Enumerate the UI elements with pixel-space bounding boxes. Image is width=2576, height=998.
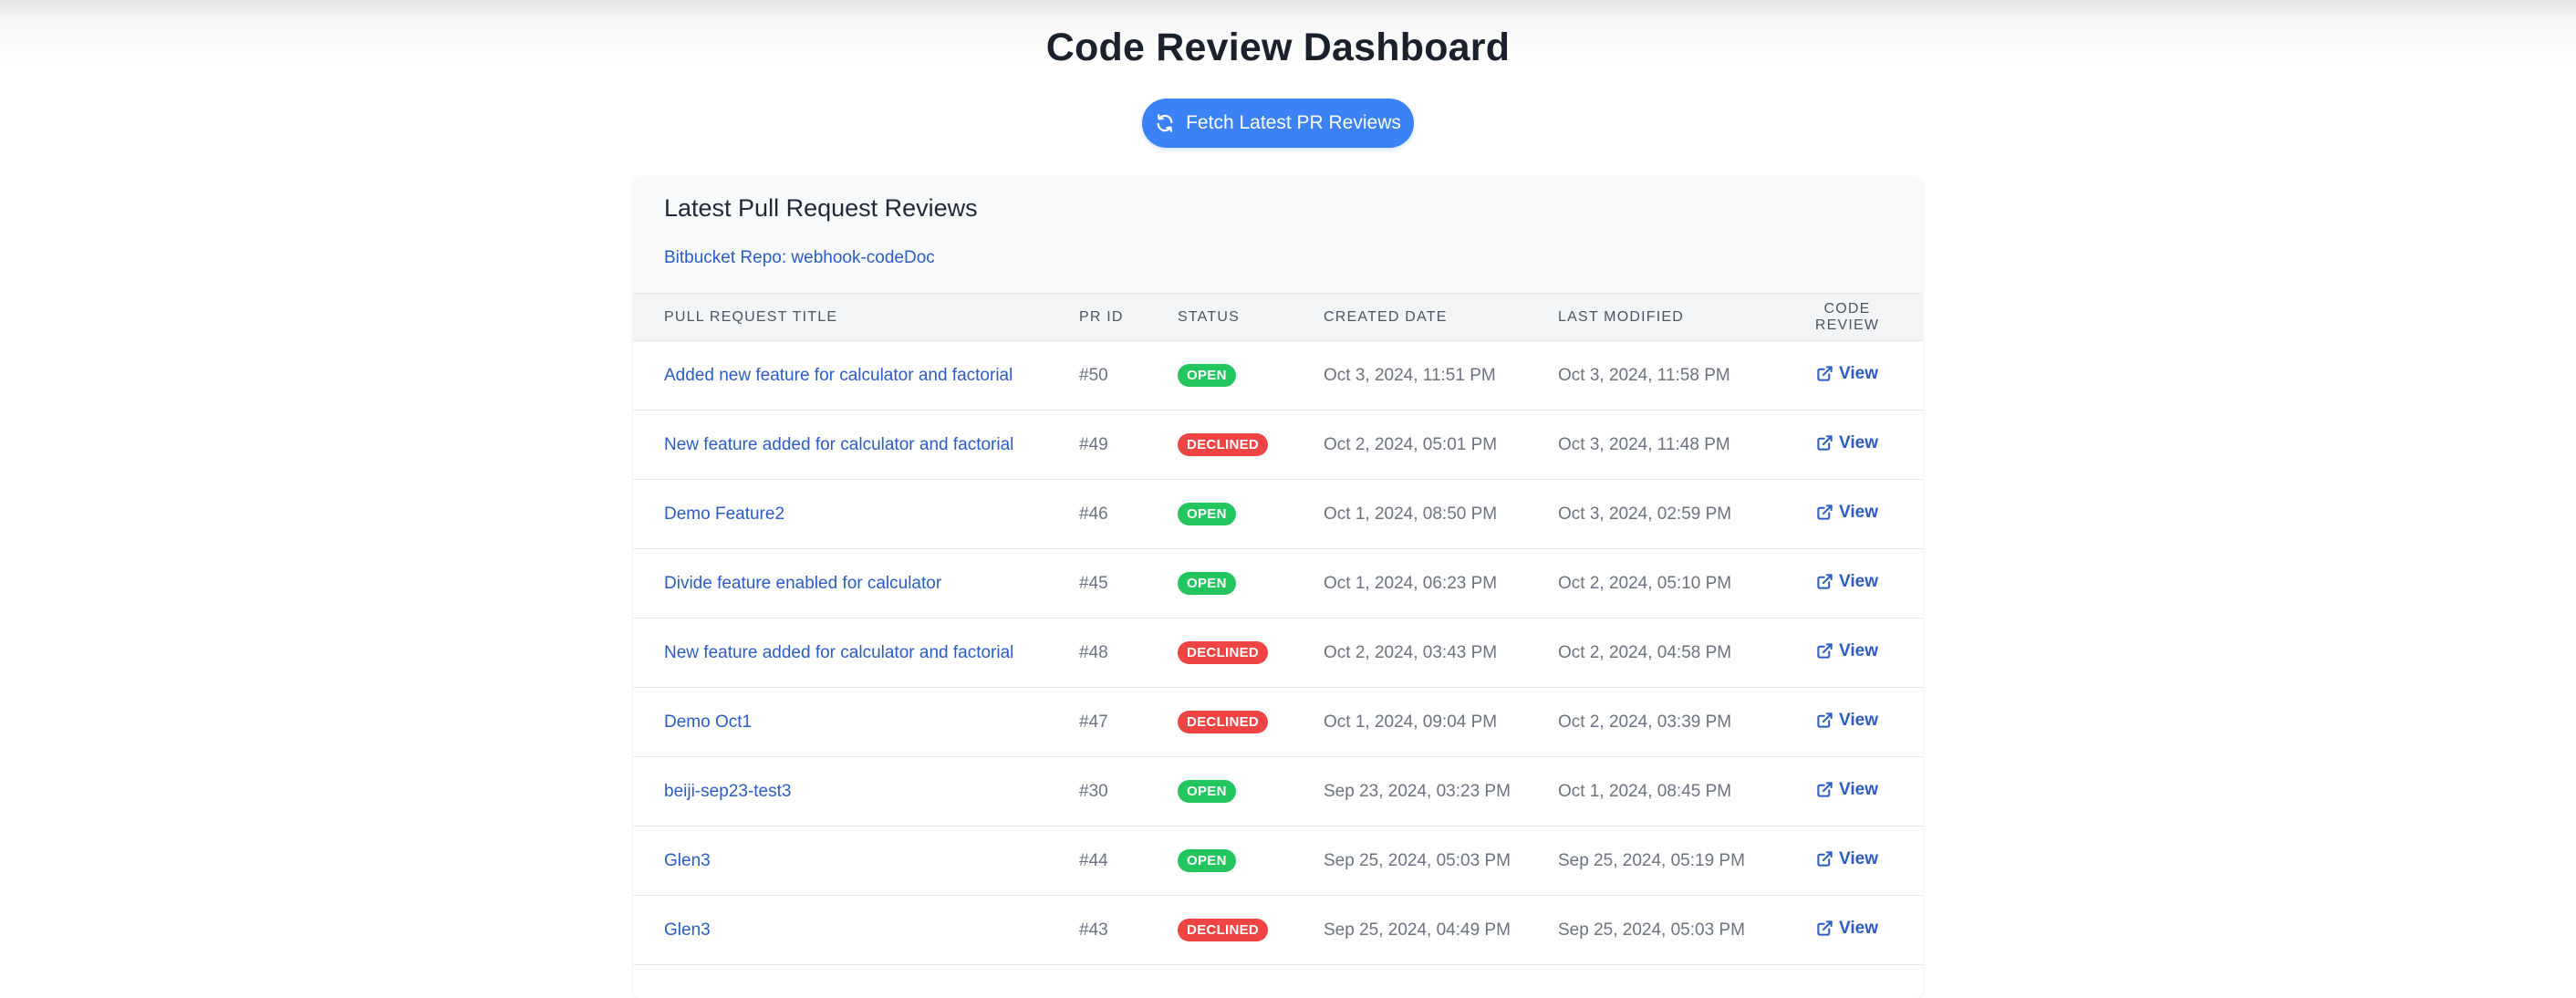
column-header-code-review: Code Review (1814, 300, 1880, 333)
view-label: View (1839, 710, 1878, 730)
last-modified-date: Oct 3, 2024, 02:59 PM (1558, 504, 1732, 524)
status-badge: DECLINED (1178, 919, 1269, 941)
external-link-icon (1816, 712, 1833, 729)
created-date: Oct 2, 2024, 05:01 PM (1324, 434, 1498, 454)
pr-reviews-card: Latest Pull Request Reviews Bitbucket Re… (633, 177, 1923, 998)
status-badge: OPEN (1178, 364, 1236, 387)
view-review-link[interactable]: View (1816, 364, 1878, 384)
created-date: Oct 1, 2024, 06:23 PM (1324, 573, 1498, 593)
column-header-created-date: Created Date (1324, 308, 1448, 325)
pr-id: #48 (1079, 642, 1108, 662)
pr-id: #44 (1079, 850, 1108, 870)
view-label: View (1839, 363, 1878, 383)
external-link-icon (1816, 504, 1833, 521)
last-modified-date: Oct 2, 2024, 04:58 PM (1558, 642, 1732, 662)
view-review-link[interactable]: View (1816, 572, 1878, 592)
last-modified-date: Oct 1, 2024, 08:45 PM (1558, 781, 1732, 801)
table-header: Pull Request Title PR ID Status Created … (633, 294, 1923, 341)
view-label: View (1839, 502, 1878, 522)
table-row: beiji-sep23-test3 #30 OPEN Sep 23, 2024, 03… (633, 757, 1923, 826)
external-link-icon (1816, 573, 1833, 590)
table-row: Added new feature for calculator and fac… (633, 341, 1923, 411)
table-body: Added new feature for calculator and fac… (633, 341, 1923, 965)
repo-link[interactable]: Bitbucket Repo: webhook-codeDoc (664, 248, 935, 268)
fetch-latest-pr-reviews-button[interactable]: Fetch Latest PR Reviews (1142, 99, 1414, 148)
created-date: Oct 3, 2024, 11:51 PM (1324, 365, 1496, 385)
table-row: Glen3 #43 DECLINED Sep 25, 2024, 04:49 PM Se… (633, 896, 1923, 965)
external-link-icon (1816, 850, 1833, 868)
status-badge: DECLINED (1178, 711, 1269, 733)
fetch-button-label: Fetch Latest PR Reviews (1186, 112, 1401, 133)
pr-id: #47 (1079, 712, 1108, 732)
view-label: View (1839, 571, 1878, 591)
view-review-link[interactable]: View (1816, 503, 1878, 523)
pr-title-link[interactable]: New feature added for calculator and fac… (664, 643, 1013, 662)
column-header-title: Pull Request Title (664, 308, 838, 325)
column-header-status: Status (1178, 308, 1240, 325)
view-label: View (1839, 640, 1878, 660)
page-title: Code Review Dashboard (1045, 26, 1511, 69)
view-review-link[interactable]: View (1816, 780, 1878, 800)
created-date: Oct 1, 2024, 08:50 PM (1324, 504, 1498, 524)
pr-title-link[interactable]: Divide feature enabled for calculator (664, 574, 941, 593)
table-row: Demo Feature2 #46 OPEN Oct 1, 2024, 08:50 P… (633, 480, 1923, 549)
status-badge: OPEN (1178, 849, 1236, 872)
view-review-link[interactable]: View (1816, 849, 1878, 869)
last-modified-date: Sep 25, 2024, 05:19 PM (1558, 850, 1745, 870)
external-link-icon (1816, 434, 1833, 452)
created-date: Sep 25, 2024, 04:49 PM (1324, 920, 1511, 940)
status-badge: OPEN (1178, 572, 1236, 595)
table-row: Glen3 #44 OPEN Sep 25, 2024, 05:03 PM Sep 25… (633, 826, 1923, 896)
external-link-icon (1816, 365, 1833, 382)
status-badge: DECLINED (1178, 433, 1269, 456)
view-review-link[interactable]: View (1816, 433, 1878, 453)
column-header-last-modified: Last Modified (1558, 308, 1684, 325)
status-badge: OPEN (1178, 503, 1236, 525)
pr-title-link[interactable]: Glen3 (664, 920, 711, 940)
view-label: View (1839, 918, 1878, 938)
view-review-link[interactable]: View (1816, 711, 1878, 731)
view-label: View (1839, 848, 1878, 868)
created-date: Oct 2, 2024, 03:43 PM (1324, 642, 1498, 662)
view-label: View (1839, 432, 1878, 452)
pr-title-link[interactable]: New feature added for calculator and fac… (664, 435, 1013, 454)
last-modified-date: Oct 3, 2024, 11:58 PM (1558, 365, 1730, 385)
pr-title-link[interactable]: Demo Oct1 (664, 712, 752, 732)
pr-id: #45 (1079, 573, 1108, 593)
column-header-pr-id: PR ID (1079, 308, 1124, 325)
pr-title-link[interactable]: Glen3 (664, 851, 711, 870)
view-review-link[interactable]: View (1816, 641, 1878, 661)
refresh-icon (1155, 113, 1175, 133)
view-label: View (1839, 779, 1878, 799)
pr-title-link[interactable]: Added new feature for calculator and fac… (664, 366, 1013, 385)
table-row: Demo Oct1 #47 DECLINED Oct 1, 2024, 09:04 P… (633, 688, 1923, 757)
external-link-icon (1816, 920, 1833, 937)
view-review-link[interactable]: View (1816, 919, 1878, 939)
created-date: Oct 1, 2024, 09:04 PM (1324, 712, 1498, 732)
card-header: Latest Pull Request Reviews Bitbucket Re… (633, 177, 1923, 294)
last-modified-date: Sep 25, 2024, 05:03 PM (1558, 920, 1745, 940)
card-title: Latest Pull Request Reviews (664, 194, 978, 222)
created-date: Sep 23, 2024, 03:23 PM (1324, 781, 1511, 801)
table-row: Divide feature enabled for calculator #45… (633, 549, 1923, 619)
pr-id: #50 (1079, 365, 1108, 385)
pr-id: #30 (1079, 781, 1108, 801)
table-row: New feature added for calculator and fac… (633, 619, 1923, 688)
status-badge: DECLINED (1178, 641, 1269, 664)
pr-title-link[interactable]: Demo Feature2 (664, 504, 784, 524)
pr-title-link[interactable]: beiji-sep23-test3 (664, 782, 791, 801)
last-modified-date: Oct 2, 2024, 03:39 PM (1558, 712, 1732, 732)
pr-id: #46 (1079, 504, 1108, 524)
external-link-icon (1816, 642, 1833, 660)
pr-id: #43 (1079, 920, 1108, 940)
pr-id: #49 (1079, 434, 1108, 454)
last-modified-date: Oct 3, 2024, 11:48 PM (1558, 434, 1730, 454)
external-link-icon (1816, 781, 1833, 798)
table-row: New feature added for calculator and fac… (633, 411, 1923, 480)
status-badge: OPEN (1178, 780, 1236, 803)
created-date: Sep 25, 2024, 05:03 PM (1324, 850, 1511, 870)
last-modified-date: Oct 2, 2024, 05:10 PM (1558, 573, 1732, 593)
